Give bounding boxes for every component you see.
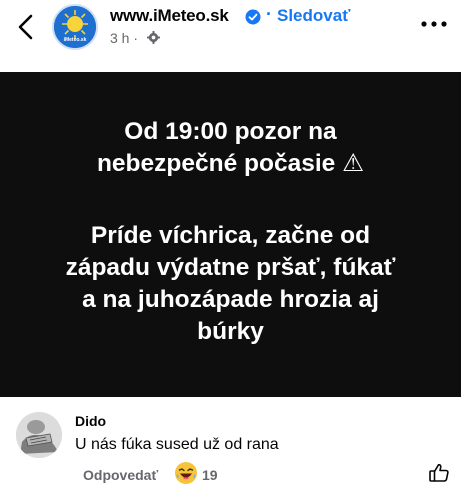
post-timestamp[interactable]: 3 h · — [110, 30, 138, 46]
post-headline: Od 19:00 pozor na nebezpečné počasie ⚠ — [96, 118, 365, 177]
laughing-reaction-icon[interactable] — [174, 461, 198, 485]
page-avatar[interactable]: iMeteo.sk — [52, 4, 98, 50]
more-options-icon[interactable] — [421, 19, 447, 29]
imeteo-logo-icon: iMeteo.sk — [54, 6, 96, 48]
comment-author-link[interactable]: Dido — [75, 413, 106, 429]
follow-button[interactable]: Sledovať — [277, 6, 350, 26]
commenter-avatar[interactable] — [16, 412, 62, 458]
reply-button[interactable]: Odpovedať — [83, 467, 158, 483]
avatar-sketch-icon — [16, 412, 62, 458]
post-header: iMeteo.sk www.iMeteo.sk · Sledovať 3 h · — [0, 0, 461, 72]
post-image[interactable]: Od 19:00 pozor na nebezpečné počasie ⚠ P… — [0, 72, 461, 397]
audience-settings-icon — [147, 31, 160, 44]
page-name-link[interactable]: www.iMeteo.sk — [110, 6, 229, 26]
verified-badge-icon — [245, 9, 261, 25]
like-button-icon[interactable] — [428, 462, 450, 484]
back-arrow-icon[interactable] — [14, 12, 38, 42]
svg-text:iMeteo.sk: iMeteo.sk — [64, 37, 87, 43]
post-body-text: Príde víchrica, začne od západu výdatne … — [65, 222, 396, 345]
comment-bubble — [69, 406, 319, 463]
reaction-count[interactable]: 19 — [202, 467, 218, 483]
separator-dot: · — [266, 4, 272, 24]
comment-text: U nás fúka sused už od rana — [75, 436, 279, 453]
